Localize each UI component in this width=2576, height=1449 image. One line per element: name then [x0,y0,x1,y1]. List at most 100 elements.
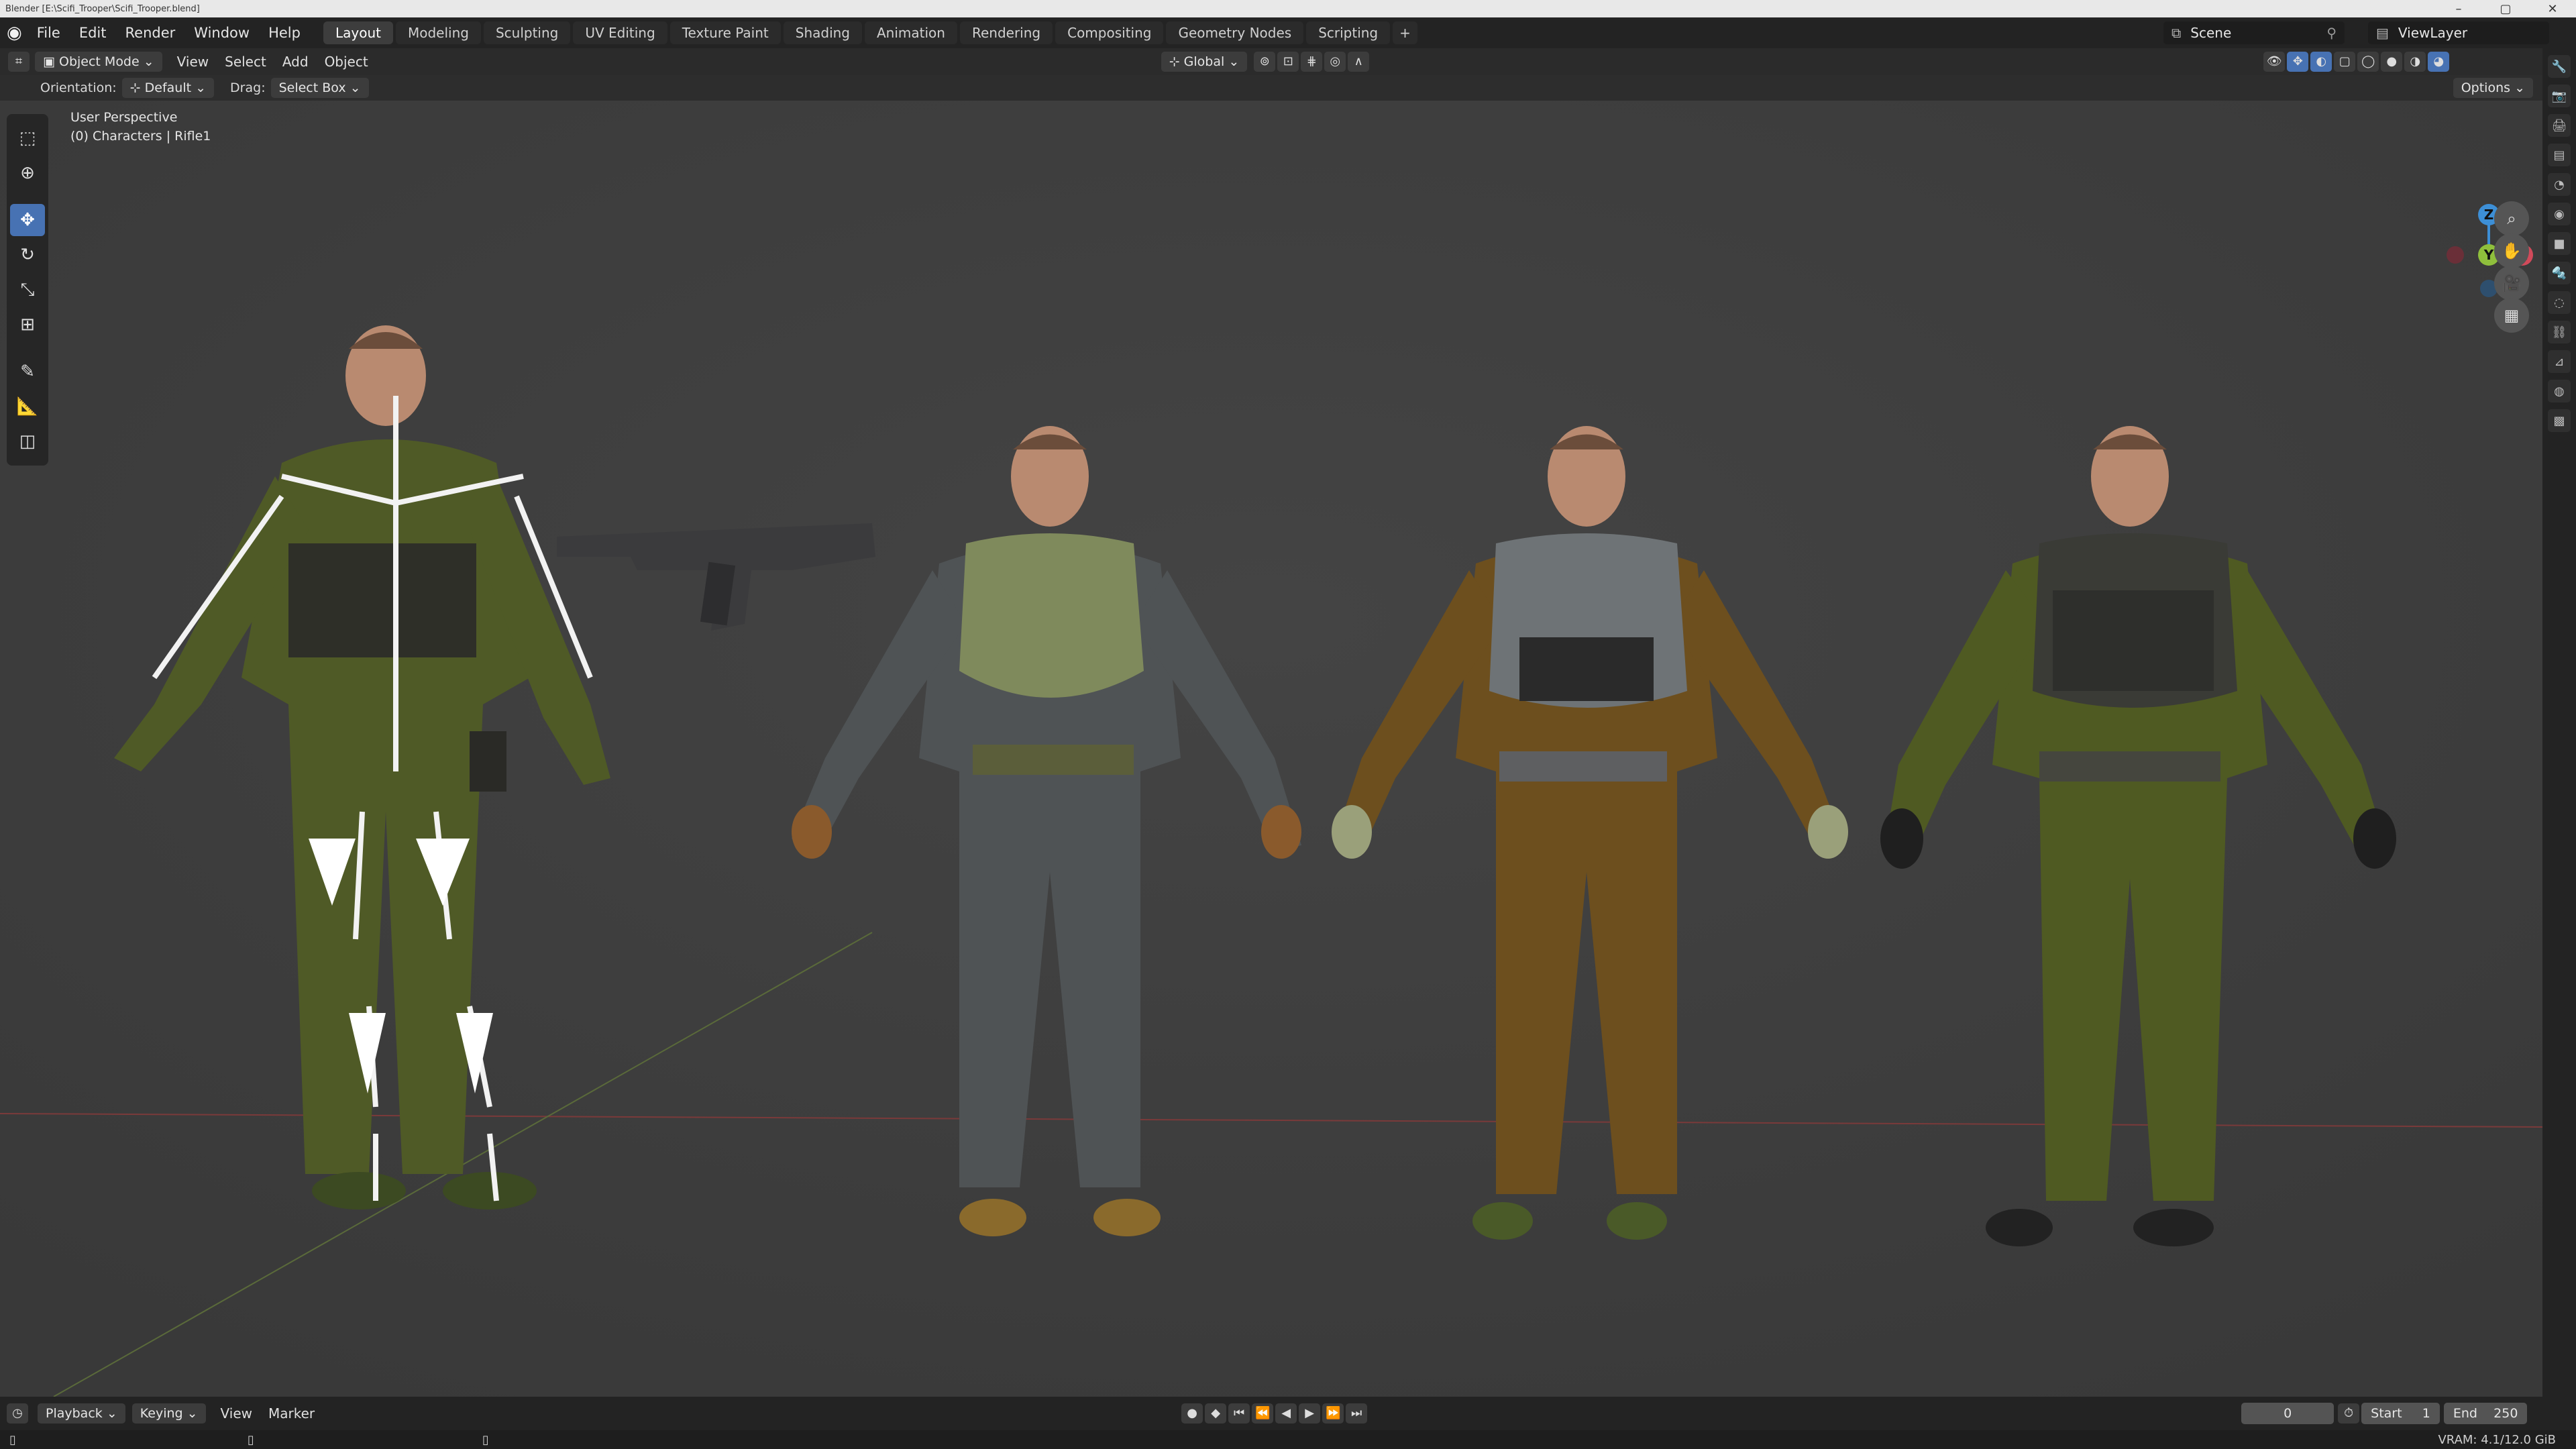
drag-value: Select Box [278,80,346,95]
menu-file[interactable]: File [28,19,70,46]
timeline-editor-icon[interactable]: ◷ [7,1403,28,1424]
keying-menu[interactable]: Keying ⌄ [131,1403,206,1424]
editor-type-icon[interactable]: ⌗ [8,52,30,72]
pan-hand-icon[interactable]: ✋ [2494,233,2529,268]
play-reverse-icon[interactable]: ◀ [1275,1403,1297,1424]
camera-view-icon[interactable]: 🎥 [2494,266,2529,301]
end-label: End [2453,1406,2477,1421]
orientation-dropdown[interactable]: ⊹ Default ⌄ [121,78,215,98]
constraint-properties-icon[interactable]: ⛓ [2548,321,2571,343]
menu-edit[interactable]: Edit [70,19,116,46]
rotate-tool-icon[interactable]: ↻ [10,239,45,271]
viewlayer-selector[interactable]: ▤ ViewLayer [2368,21,2549,44]
gizmo-neg-x-axis[interactable] [2447,246,2464,264]
move-tool-icon[interactable]: ✥ [10,204,45,236]
transform-orientation-label: Global [1183,54,1225,69]
material-properties-icon[interactable]: ◍ [2548,380,2571,402]
snap-target-icon[interactable]: ⋕ [1301,52,1323,72]
data-properties-icon[interactable]: ⊿ [2548,350,2571,373]
physics-properties-icon[interactable]: ◌ [2548,291,2571,314]
modifier-properties-icon[interactable]: 🔩 [2548,262,2571,284]
material-shading-icon[interactable]: ◑ [2404,52,2426,72]
scale-tool-icon[interactable]: ⤡ [10,274,45,306]
timeline-marker-menu[interactable]: Marker [260,1405,323,1421]
end-frame-field[interactable]: End 250 [2443,1403,2528,1424]
tab-shading[interactable]: Shading [783,21,862,44]
annotate-tool-icon[interactable]: ✎ [10,356,45,388]
menu-help[interactable]: Help [259,19,310,46]
drag-label: Drag: [230,80,266,95]
render-properties-icon[interactable]: 📷 [2548,85,2571,107]
rendered-shading-icon[interactable]: ◕ [2428,52,2450,72]
snap-icon[interactable]: ⊡ [1277,52,1299,72]
transform-tool-icon[interactable]: ⊞ [10,309,45,341]
viewport-collection-info: (0) Characters | Rifle1 [70,129,211,144]
transform-orientation-dropdown[interactable]: ⊹ Global ⌄ [1161,52,1248,72]
world-properties-icon[interactable]: ◉ [2548,203,2571,225]
tab-animation[interactable]: Animation [865,21,957,44]
measure-tool-icon[interactable]: 📐 [10,390,45,423]
playback-menu[interactable]: Playback ⌄ [38,1403,125,1424]
tab-sculpting[interactable]: Sculpting [483,21,571,44]
add-menu[interactable]: Add [274,54,317,70]
zoom-icon[interactable]: ⌕ [2494,201,2529,236]
mode-dropdown[interactable]: ▣ Object Mode ⌄ [35,52,162,72]
tool-properties-icon[interactable]: 🔧 [2548,55,2571,78]
add-workspace-button[interactable]: + [1393,21,1417,44]
minimize-button[interactable]: – [2435,2,2482,16]
scene-icon: ⧉ [2171,25,2182,41]
object-properties-icon[interactable]: ■ [2548,232,2571,255]
maximize-button[interactable]: ▢ [2482,2,2529,16]
wireframe-shading-icon[interactable]: ◯ [2357,52,2379,72]
jump-end-icon[interactable]: ⏭ [1346,1403,1368,1424]
jump-start-icon[interactable]: ⏮ [1228,1403,1250,1424]
add-cube-tool-icon[interactable]: ◫ [10,425,45,458]
next-keyframe-icon[interactable]: ⏩ [1322,1403,1344,1424]
prev-keyframe-icon[interactable]: ⏪ [1252,1403,1274,1424]
visibility-icon[interactable]: 👁 [2263,52,2286,72]
object-menu[interactable]: Object [317,54,376,70]
cursor-tool-icon[interactable]: ⊕ [10,157,45,189]
tab-uv-editing[interactable]: UV Editing [573,21,667,44]
falloff-icon[interactable]: ∧ [1348,52,1370,72]
ortho-grid-icon[interactable]: ▦ [2494,298,2529,333]
gizmo-icon[interactable]: ✥ [2287,52,2309,72]
3d-viewport[interactable]: Z X Y User Perspective (0) Characters | … [0,101,2542,1397]
scene-properties-icon[interactable]: ◔ [2548,173,2571,196]
view-menu[interactable]: View [169,54,217,70]
play-icon[interactable]: ▶ [1299,1403,1321,1424]
xray-icon[interactable]: ▢ [2334,52,2356,72]
keyframe-icon[interactable]: ◆ [1205,1403,1227,1424]
vram-usage: VRAM: 4.1/12.0 GiB [2438,1432,2556,1447]
menu-render[interactable]: Render [116,19,185,46]
current-frame-field[interactable]: 0 [2241,1403,2334,1424]
tab-texture-paint[interactable]: Texture Paint [669,21,781,44]
start-frame-field[interactable]: Start 1 [2361,1403,2440,1424]
select-menu[interactable]: Select [217,54,274,70]
close-button[interactable]: ✕ [2529,2,2576,16]
timeline-view-menu[interactable]: View [213,1405,260,1421]
menu-window[interactable]: Window [184,19,259,46]
blender-logo-icon[interactable]: ◉ [7,23,22,43]
tab-layout[interactable]: Layout [323,21,393,44]
tab-compositing[interactable]: Compositing [1055,21,1164,44]
viewport-perspective-label: User Perspective [70,110,178,125]
pivot-icon[interactable]: ⊚ [1254,52,1276,72]
overlay-icon[interactable]: ◐ [2310,52,2332,72]
output-properties-icon[interactable]: 🖨 [2548,114,2571,137]
options-dropdown[interactable]: Options ⌄ [2453,78,2533,98]
solid-shading-icon[interactable]: ● [2381,52,2403,72]
scene-selector[interactable]: ⧉ Scene ⚲ [2163,21,2345,44]
view-layer-properties-icon[interactable]: ▤ [2548,144,2571,166]
tab-modeling[interactable]: Modeling [395,21,481,44]
tab-geometry-nodes[interactable]: Geometry Nodes [1166,21,1304,44]
preview-range-icon[interactable]: ⏱ [2338,1403,2360,1424]
proportional-edit-icon[interactable]: ◎ [1324,52,1346,72]
tab-rendering[interactable]: Rendering [959,21,1053,44]
record-icon[interactable]: ● [1181,1403,1203,1424]
drag-dropdown[interactable]: Select Box ⌄ [270,78,369,98]
tab-scripting[interactable]: Scripting [1306,21,1391,44]
select-box-tool-icon[interactable]: ⬚ [10,122,45,154]
window-title: Blender [E:\Scifi_Trooper\Scifi_Trooper.… [5,3,200,14]
texture-properties-icon[interactable]: ▩ [2548,409,2571,432]
